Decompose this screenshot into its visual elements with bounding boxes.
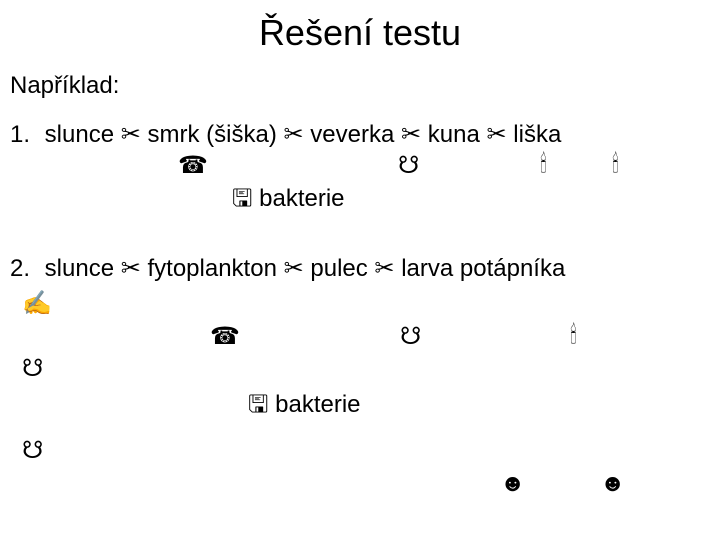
drop-icon: 🕯 <box>612 151 619 179</box>
chain-1-number: 1. <box>10 121 38 149</box>
chain-2-symbols: ☎ ☋ 🕯 <box>0 322 720 356</box>
chain-1-word-2: smrk (šiška) <box>148 121 277 148</box>
chain-1-word-5: liška <box>513 121 561 148</box>
phone-icon: ☎ <box>210 322 240 351</box>
example-label: Například: <box>0 72 720 120</box>
arrow-icon: ✂ <box>487 120 507 149</box>
wave-icon: ☋ <box>22 437 43 464</box>
bacteria-row-1: 🖫 bakterie <box>0 181 720 236</box>
drop-icon: 🕯 <box>570 322 577 350</box>
wave-icon: ☋ <box>22 355 43 382</box>
chain-2-number: 2. <box>10 255 38 283</box>
arrow-icon: ✂ <box>121 120 141 149</box>
chain-1-word-1: slunce <box>45 121 114 148</box>
page-title: Řešení testu <box>0 0 720 72</box>
wave-icon: ☋ <box>398 151 419 180</box>
arrow-icon: ✂ <box>284 254 304 283</box>
arrow-icon: ✂ <box>121 254 141 283</box>
phone-icon: ☎ <box>178 151 208 180</box>
bottom-symbols: ☻ ☻ <box>0 470 720 498</box>
chain-2: 2. slunce ✂ fytoplankton ✂ pulec ✂ larva… <box>0 254 720 285</box>
chain-2-word-4: larva potápníka <box>401 255 565 282</box>
save-icon: 🖫 <box>232 185 252 212</box>
left-wave-icon-2: ☋ <box>0 432 720 469</box>
wave-icon: ☋ <box>400 322 421 351</box>
write-icon: ✍ <box>22 290 52 317</box>
chain-2-word-2: fytoplankton <box>148 255 277 282</box>
face-icon: ☻ <box>600 470 625 498</box>
arrow-icon: ✂ <box>401 120 421 149</box>
bacteria-label: bakterie <box>259 185 344 212</box>
left-write-icon: ✍ <box>0 285 720 322</box>
face-icon: ☻ <box>500 470 525 498</box>
chain-1-word-4: kuna <box>428 121 480 148</box>
chain-2-word-1: slunce <box>45 255 114 282</box>
chain-1-word-3: veverka <box>310 121 394 148</box>
arrow-icon: ✂ <box>284 120 304 149</box>
bacteria-row-2: 🖫 bakterie <box>0 387 720 434</box>
save-icon: 🖫 <box>248 391 268 418</box>
drop-icon: 🕯 <box>540 151 547 179</box>
chain-1-symbols: ☎ ☋ 🕯 🕯 <box>0 151 720 181</box>
page: Řešení testu Například: 1. slunce ✂ smrk… <box>0 0 720 540</box>
chain-2-word-3: pulec <box>310 255 367 282</box>
chain-1: 1. slunce ✂ smrk (šiška) ✂ veverka ✂ kun… <box>0 120 720 151</box>
arrow-icon: ✂ <box>374 254 394 283</box>
bacteria-label: bakterie <box>275 391 360 418</box>
